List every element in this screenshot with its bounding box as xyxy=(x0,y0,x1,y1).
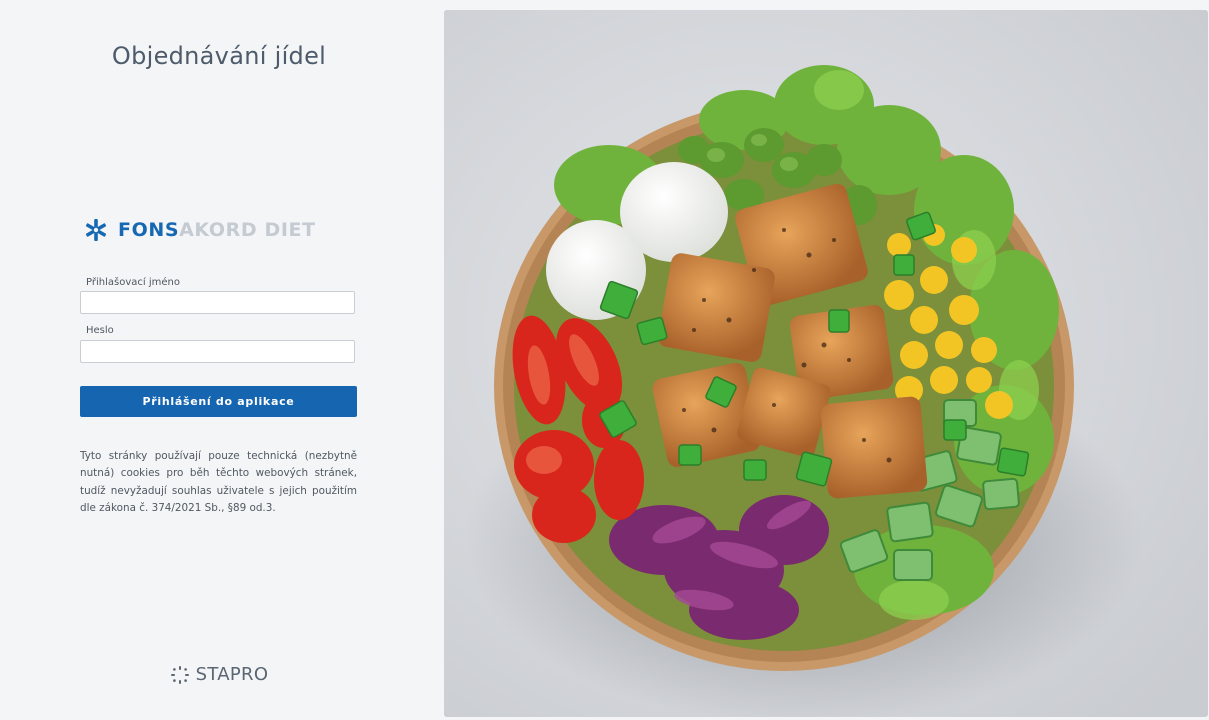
hero-image xyxy=(444,10,1208,717)
username-label: Přihlašovací jméno xyxy=(86,277,180,288)
food-bowl-photo xyxy=(444,10,1208,717)
password-field[interactable] xyxy=(80,340,355,363)
brand-logo: FONSAKORD DIET xyxy=(84,217,316,243)
page-title: Objednávání jídel xyxy=(111,42,327,70)
brand-name-light: AKORD DIET xyxy=(179,219,316,241)
snowflake-star-icon xyxy=(85,219,107,241)
login-button[interactable]: Přihlášení do aplikace xyxy=(80,386,357,417)
username-field[interactable] xyxy=(80,291,355,314)
brand-name: FONSAKORD DIET xyxy=(118,219,316,241)
vendor-logo: STAPRO xyxy=(0,664,438,685)
login-panel: Objednávání jídel FONSAKORD DIET Přihlaš… xyxy=(0,0,440,720)
login-page: Objednávání jídel FONSAKORD DIET Přihlaš… xyxy=(0,0,1209,720)
vendor-name: STAPRO xyxy=(195,664,269,685)
password-label: Heslo xyxy=(86,325,114,336)
dotted-ring-icon xyxy=(170,665,189,684)
brand-name-strong: FONS xyxy=(118,219,180,241)
cookie-notice: Tyto stránky používají pouze technická (… xyxy=(80,450,357,514)
